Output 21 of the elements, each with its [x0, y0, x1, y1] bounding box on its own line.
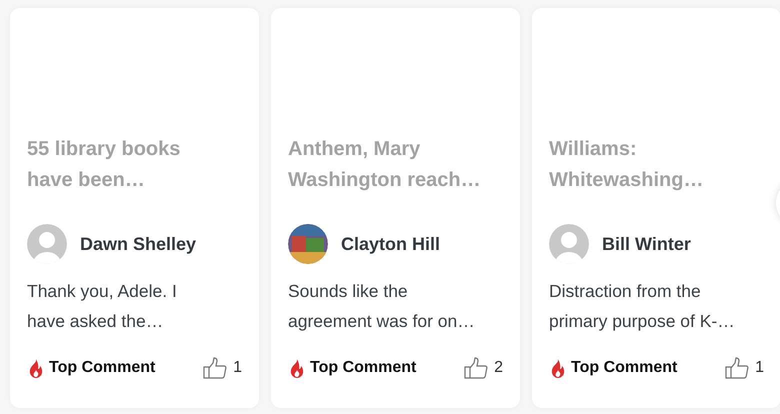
comment-text[interactable]: Distraction from the primary purpose of K-… [549, 276, 764, 336]
top-comment-label: Top Comment [571, 358, 678, 378]
thumbs-up-icon[interactable] [725, 357, 750, 379]
photo-placeholder [288, 224, 328, 264]
author-name: Clayton Hill [341, 232, 440, 256]
top-comment-label: Top Comment [49, 358, 156, 378]
like-count: 2 [494, 358, 503, 378]
flame-icon [549, 358, 567, 378]
comment-text[interactable]: Thank you, Adele. I have asked the… [27, 276, 242, 336]
like-count: 1 [755, 358, 764, 378]
flame-icon [27, 358, 45, 378]
author-name: Bill Winter [602, 232, 691, 256]
thumbs-up-icon[interactable] [464, 357, 488, 379]
comment-text[interactable]: Sounds like the agreement was for on… [288, 276, 503, 336]
like-count: 1 [233, 358, 242, 378]
author-name: Dawn Shelley [80, 232, 196, 256]
top-comment-label: Top Comment [310, 358, 416, 378]
flame-icon [288, 358, 306, 378]
thumbs-up-icon[interactable] [203, 357, 228, 379]
avatar-icon [27, 224, 67, 264]
avatar-icon [549, 224, 589, 264]
